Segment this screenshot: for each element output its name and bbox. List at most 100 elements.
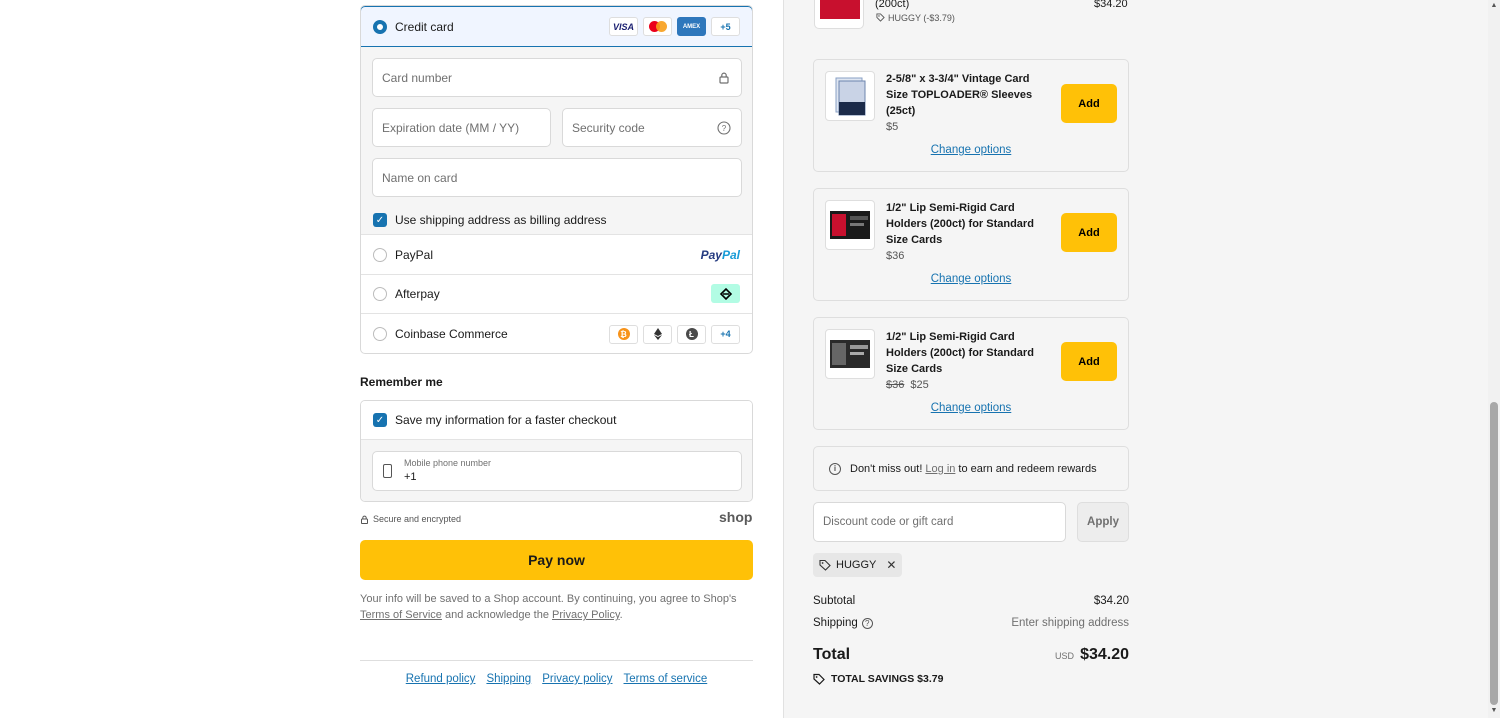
recommendation-price: $36 xyxy=(886,250,904,262)
shipping-label: Shipping xyxy=(813,617,858,629)
terms-of-service-link[interactable]: Terms of Service xyxy=(360,609,442,621)
recommendation-thumbnail xyxy=(825,200,875,250)
card-number-placeholder: Card number xyxy=(382,70,453,85)
shipping-link[interactable]: Shipping xyxy=(486,673,531,685)
recommendation-price: $36 $25 xyxy=(886,379,929,391)
scrollbar-thumb[interactable] xyxy=(1490,402,1498,705)
save-info-option[interactable]: ✓ Save my information for a faster check… xyxy=(361,401,752,440)
recommendation-name: 2-5/8" x 3-3/4" Vintage Card Size TOPLOA… xyxy=(886,73,1033,117)
info-icon: i xyxy=(829,462,841,475)
rewards-banner: i Don't miss out! Log in to earn and red… xyxy=(813,446,1129,491)
total-label: Total xyxy=(813,646,851,663)
billing-address-option[interactable]: ✓ Use shipping address as billing addres… xyxy=(373,213,606,227)
payment-label: Coinbase Commerce xyxy=(395,327,508,341)
help-icon[interactable]: ? xyxy=(717,121,731,135)
coinbase-radio[interactable] xyxy=(373,327,387,341)
shipping-row: Shipping? Enter shipping address xyxy=(813,617,1129,629)
paypal-logo-part-b: Pal xyxy=(721,247,740,262)
privacy-policy-footer-link[interactable]: Privacy policy xyxy=(542,673,612,685)
litecoin-icon: Ł xyxy=(677,324,706,344)
more-brands-badge[interactable]: +5 xyxy=(711,17,740,36)
expiration-placeholder: Expiration date (MM / YY) xyxy=(382,120,520,135)
payment-option-credit-card[interactable]: Credit card VISA AMEX +5 xyxy=(361,6,752,47)
change-options-link[interactable]: Change options xyxy=(814,144,1128,156)
applied-discount-tag: HUGGY ✕ xyxy=(813,553,903,577)
payment-label: Afterpay xyxy=(395,286,440,301)
recommendation-name: 1/2" Lip Semi-Rigid Card Holders (200ct)… xyxy=(886,331,1034,375)
crypto-brands: ₿ Ł +4 xyxy=(609,324,740,344)
phone-icon xyxy=(383,464,392,478)
footer-divider xyxy=(360,660,753,661)
save-info-checkbox[interactable]: ✓ xyxy=(373,413,387,427)
tag-icon xyxy=(813,673,825,685)
line-item-name: (200ct) xyxy=(875,0,910,10)
expiration-date-field[interactable]: Expiration date (MM / YY) xyxy=(372,108,551,147)
savings-label: TOTAL SAVINGS xyxy=(831,673,915,685)
payment-option-paypal[interactable]: PayPal PayPal xyxy=(361,235,752,275)
currency-code: USD xyxy=(1055,651,1075,661)
change-options-link[interactable]: Change options xyxy=(814,402,1128,414)
secure-note: Secure and encrypted xyxy=(360,514,461,524)
shop-logo: shop xyxy=(719,509,753,525)
discount-code-input[interactable]: Discount code or gift card xyxy=(813,502,1066,542)
add-recommendation-button[interactable]: Add xyxy=(1061,84,1117,123)
remember-me-box: ✓ Save my information for a faster check… xyxy=(360,400,753,502)
mobile-phone-field[interactable]: Mobile phone number +1 xyxy=(372,451,742,491)
login-link[interactable]: Log in xyxy=(925,463,955,475)
paypal-radio[interactable] xyxy=(373,247,387,262)
payment-methods: Credit card VISA AMEX +5 Card number Exp… xyxy=(360,5,753,354)
legal-text-2: and acknowledge the xyxy=(444,609,549,621)
recommendation-compare-price: $36 xyxy=(886,379,905,391)
change-options-link[interactable]: Change options xyxy=(814,273,1128,285)
payment-label: PayPal xyxy=(395,247,434,262)
afterpay-radio[interactable] xyxy=(373,286,387,301)
shipping-value: Enter shipping address xyxy=(1011,617,1129,629)
remember-me-title: Remember me xyxy=(360,375,443,389)
lock-icon xyxy=(719,72,729,84)
paypal-logo-part-a: Pay xyxy=(700,247,722,262)
scroll-down-icon[interactable]: ▼ xyxy=(1490,706,1498,716)
credit-card-radio[interactable] xyxy=(373,19,387,34)
tag-icon xyxy=(876,13,885,22)
subtotal-value: $34.20 xyxy=(1093,595,1129,607)
line-item-discount-text: HUGGY (-$3.79) xyxy=(888,13,955,23)
security-code-field[interactable]: Security code ? xyxy=(562,108,742,147)
scroll-up-icon[interactable]: ▲ xyxy=(1490,1,1498,11)
phone-label: Mobile phone number xyxy=(404,458,492,468)
ethereum-icon xyxy=(643,324,672,344)
add-recommendation-button[interactable]: Add xyxy=(1061,213,1117,252)
pay-now-button[interactable]: Pay now xyxy=(360,540,753,580)
card-number-field[interactable]: Card number xyxy=(372,58,742,97)
recommendation-card: 1/2" Lip Semi-Rigid Card Holders (200ct)… xyxy=(813,188,1129,301)
payment-option-coinbase[interactable]: Coinbase Commerce ₿ Ł +4 xyxy=(361,314,752,353)
recommendation-card: 2-5/8" x 3-3/4" Vintage Card Size TOPLOA… xyxy=(813,59,1129,172)
save-info-label: Save my information for a faster checkou… xyxy=(395,413,617,427)
recommendation-thumbnail xyxy=(825,329,875,379)
amex-icon: AMEX xyxy=(677,17,706,36)
line-item-discount: HUGGY (-$3.79) xyxy=(876,13,955,23)
more-crypto-badge[interactable]: +4 xyxy=(711,324,740,344)
name-on-card-field[interactable]: Name on card xyxy=(372,158,742,197)
small-lock-icon xyxy=(361,515,368,524)
recommendation-current-price: $25 xyxy=(910,379,929,391)
legal-text-end: . xyxy=(619,609,623,621)
remove-discount-icon[interactable]: ✕ xyxy=(886,558,896,572)
billing-checkbox[interactable]: ✓ xyxy=(373,213,387,227)
payment-option-afterpay[interactable]: Afterpay xyxy=(361,274,752,314)
apply-discount-button[interactable]: Apply xyxy=(1077,502,1129,542)
recommendation-card: 1/2" Lip Semi-Rigid Card Holders (200ct)… xyxy=(813,317,1129,430)
phone-value[interactable]: +1 xyxy=(404,471,417,483)
subtotal-label: Subtotal xyxy=(813,595,856,607)
svg-text:?: ? xyxy=(722,124,727,133)
credit-card-form: Card number Expiration date (MM / YY) Se… xyxy=(361,47,752,235)
page-scrollbar[interactable]: ▲ ▼ xyxy=(1488,0,1500,718)
paypal-logo-icon: PayPal xyxy=(701,248,740,262)
question-icon[interactable]: ? xyxy=(861,618,873,629)
terms-of-service-footer-link[interactable]: Terms of service xyxy=(624,673,708,685)
refund-policy-link[interactable]: Refund policy xyxy=(406,673,476,685)
privacy-policy-link[interactable]: Privacy Policy xyxy=(552,609,620,621)
recommendation-thumbnail xyxy=(825,71,875,121)
name-on-card-placeholder: Name on card xyxy=(382,170,458,185)
legal-text-1: Your info will be saved to a Shop accoun… xyxy=(360,593,737,605)
add-recommendation-button[interactable]: Add xyxy=(1061,342,1117,381)
